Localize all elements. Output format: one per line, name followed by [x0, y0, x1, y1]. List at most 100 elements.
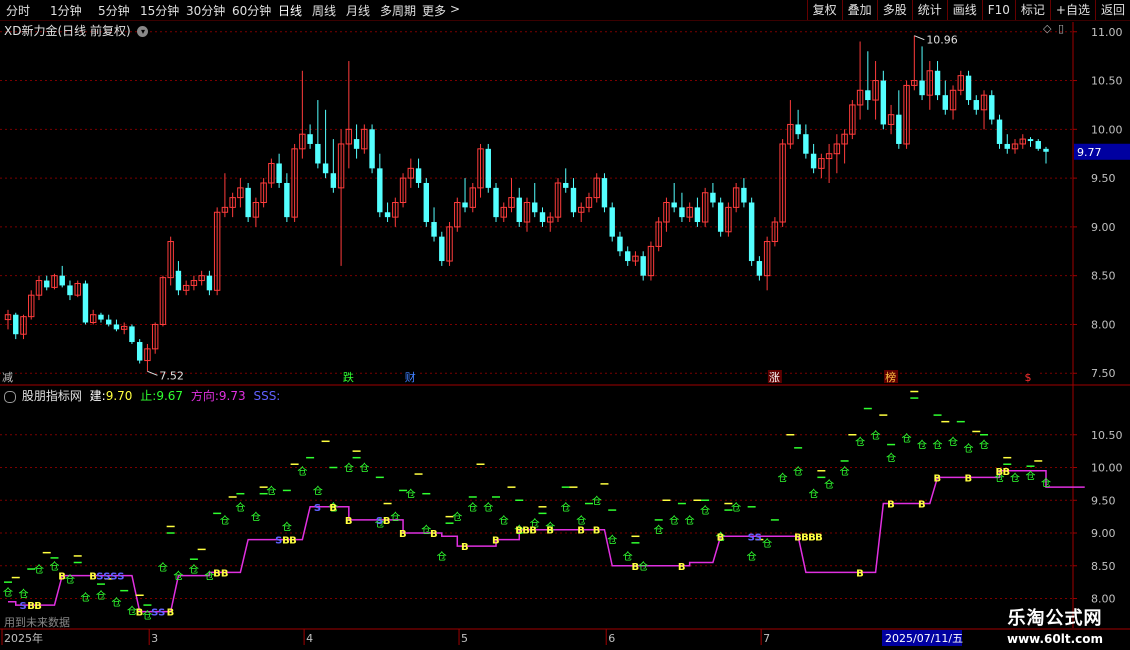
candle-body-down	[748, 202, 755, 262]
candle-body-down	[679, 207, 685, 218]
sell-signal-label: S	[314, 503, 321, 514]
green-signal-glyph: 仓	[592, 494, 602, 507]
event-marker: 财	[405, 370, 416, 384]
green-signal-glyph: 仓	[855, 435, 865, 448]
main-tick-label: 11.00	[1091, 26, 1123, 39]
green-signal-glyph: 仓	[437, 550, 447, 563]
candle-body-down	[810, 153, 817, 169]
green-signal-glyph: 仓	[235, 501, 245, 514]
candle-body-down	[795, 124, 801, 135]
green-signal-glyph: 仓	[468, 501, 478, 514]
buy-signal-label: B	[815, 532, 823, 543]
current-price-label: 9.77	[1077, 146, 1102, 159]
candle-body-down	[671, 202, 677, 208]
green-signal-glyph: 仓	[607, 534, 617, 547]
buy-signal-label: B	[167, 608, 175, 619]
candle-body-down	[570, 187, 577, 213]
green-signal-glyph: 仓	[700, 504, 710, 517]
zhi-label: 止:	[140, 389, 157, 403]
buy-signal-label: B	[593, 526, 601, 537]
circle-down-icon[interactable]: ▾	[137, 26, 149, 37]
candle-body-down	[756, 261, 763, 276]
indicator-name: 股朋指标网	[21, 389, 82, 403]
candle-body-down	[322, 163, 329, 174]
green-signal-glyph: 仓	[933, 439, 943, 452]
date-cursor-label: 2025/07/11/五	[885, 632, 963, 645]
candle-body-down	[493, 187, 499, 218]
main-tick-label: 10.00	[1091, 123, 1123, 136]
indicator-line	[8, 470, 1085, 613]
candle-body-down	[865, 90, 871, 101]
candle-body-down	[803, 134, 809, 154]
candle-body-down	[973, 100, 979, 110]
candle-body-down	[423, 182, 430, 223]
date-label: 3	[151, 632, 158, 645]
buy-signal-label: B	[329, 503, 337, 514]
buy-signal-label: B	[887, 500, 895, 511]
green-signal-glyph: 仓	[871, 429, 881, 442]
candle-body-down	[284, 182, 290, 218]
buy-signal-label: B	[34, 601, 42, 612]
candle-body-down	[175, 270, 182, 291]
candle-body-down	[532, 202, 538, 213]
watermark: 乐淘公式网 www.60lt.com	[985, 604, 1125, 646]
buy-signal-label: B	[577, 526, 585, 537]
green-signal-glyph: 仓	[220, 514, 230, 527]
candle-body-down	[431, 222, 437, 237]
low-price-label: 7.52	[159, 369, 184, 382]
candlestick-series	[4, 35, 1049, 372]
candle-body-down	[13, 314, 19, 335]
candle-body-down	[989, 95, 995, 120]
green-signal-glyph: 仓	[886, 452, 896, 465]
date-label: 2025年	[4, 631, 43, 645]
green-signal-glyph: 仓	[917, 439, 927, 452]
buy-signal-label: B	[136, 608, 144, 619]
candle-body-down	[1043, 148, 1049, 152]
main-tick-label: 9.50	[1091, 172, 1116, 185]
green-signal-glyph: 仓	[1026, 469, 1036, 482]
candle-body-down	[934, 70, 941, 96]
green-signal-glyph: 仓	[747, 550, 757, 563]
date-label: 5	[461, 632, 468, 645]
main-tick-label: 10.50	[1091, 75, 1123, 88]
buy-signal-label: B	[678, 562, 686, 573]
buy-signal-label: B	[965, 473, 973, 484]
main-tick-label: 9.00	[1091, 221, 1116, 234]
green-signal-glyph: 仓	[793, 465, 803, 478]
kline-chart[interactable]: 仓仓仓 仓仓仓 仓仓仓 仓仓仓仓仓仓仓仓仓仓仓仓仓仓 仓仓仓仓仓仓仓仓 仓仓仓仓 仓仓仓仓仓…	[0, 0, 1130, 650]
candle-body-down	[609, 207, 615, 237]
candle-body-down	[82, 283, 89, 323]
green-signal-glyph: 仓	[406, 488, 416, 501]
indicator-marks: 仓仓仓 仓仓仓 仓仓仓 仓仓仓仓仓仓仓仓仓仓仓仓仓仓 仓仓仓仓仓仓仓仓 仓仓仓仓 仓仓仓仓仓…	[3, 390, 1051, 622]
candle-body-down	[601, 178, 608, 208]
green-signal-glyph: 仓	[902, 432, 912, 445]
stock-title: XD新力金(日线 前复权)	[4, 24, 131, 38]
main-tick-label: 7.50	[1091, 367, 1116, 380]
candle-body-down	[439, 236, 445, 262]
candle-body-down	[129, 326, 135, 343]
green-signal-glyph: 仓	[638, 560, 648, 573]
green-signal-glyph: 仓	[561, 501, 571, 514]
diamond-icon[interactable]: ◇	[1043, 22, 1051, 35]
candle-body-down	[617, 236, 623, 252]
green-signal-glyph: 仓	[297, 465, 307, 478]
main-tick-label: 8.00	[1091, 318, 1116, 331]
event-marker: $	[1025, 371, 1032, 384]
gear-small-icon[interactable]	[4, 390, 16, 403]
green-signal-glyph: 仓	[778, 471, 788, 484]
buy-signal-label: B	[289, 536, 297, 547]
green-signal-glyph: 仓	[80, 591, 90, 604]
jian-label: 建:	[89, 389, 106, 403]
future-data-note: 用到未来数据	[4, 616, 70, 629]
green-signal-glyph: 仓	[499, 514, 509, 527]
green-signal-glyph: 仓	[669, 514, 679, 527]
green-signal-glyph: 仓	[189, 563, 199, 576]
collapse-icon[interactable]: ▯	[1058, 22, 1064, 35]
candle-body-down	[353, 139, 360, 149]
green-signal-glyph: 仓	[731, 501, 741, 514]
candle-body-down	[384, 212, 391, 218]
green-signal-glyph: 仓	[266, 484, 276, 497]
green-signal-glyph: 仓	[359, 462, 369, 475]
candle-body-down	[624, 251, 631, 262]
high-price-label: 10.96	[926, 34, 958, 47]
